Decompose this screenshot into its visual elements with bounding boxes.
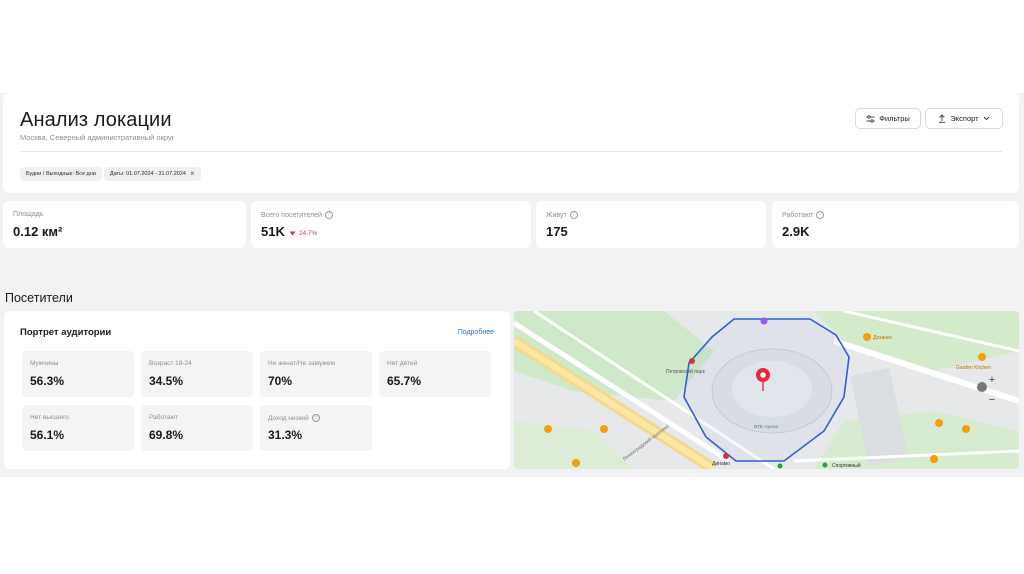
help-icon[interactable]: ? bbox=[311, 414, 320, 422]
chip-label: Даты: 01.07.2024 - 31.07.2024 bbox=[109, 171, 186, 177]
map-label-park: Петровский парк bbox=[666, 368, 706, 375]
metric-tile: Работают 69.8% bbox=[141, 405, 253, 451]
more-link[interactable]: Подробнее bbox=[458, 329, 494, 336]
metric-tile: Не женат/Не замужем 70% bbox=[260, 351, 372, 397]
metric-value: 56.3% bbox=[30, 374, 65, 388]
metric-label: Нет детей bbox=[387, 360, 418, 367]
metric-label: Не женат/Не замужем bbox=[268, 360, 335, 367]
chevron-down-icon bbox=[983, 116, 990, 121]
upload-icon bbox=[938, 114, 946, 123]
header-card: Анализ локации Москва, Северный админист… bbox=[3, 93, 1019, 193]
stat-label: Живут? bbox=[546, 211, 578, 219]
metric-label: Нет высшего bbox=[30, 414, 69, 421]
page-title: Анализ локации bbox=[20, 109, 172, 131]
page-subtitle: Москва, Северный административный округ bbox=[20, 133, 175, 142]
metric-label: Мужчины bbox=[30, 360, 59, 367]
arrow-down-icon bbox=[289, 231, 296, 236]
zoom-out-button[interactable]: − bbox=[983, 393, 1001, 407]
stat-value: 2.9K bbox=[782, 224, 810, 239]
chip-day-type[interactable]: Будни / Выходные: Все дни bbox=[20, 167, 102, 181]
section-title: Посетители bbox=[5, 291, 73, 305]
help-icon[interactable]: ? bbox=[324, 211, 333, 219]
audience-card: Портрет аудитории Подробнее Мужчины 56.3… bbox=[4, 311, 510, 469]
stat-value: 0.12 км² bbox=[13, 224, 63, 239]
stat-label: Работают? bbox=[782, 211, 825, 219]
map-label-arena: ВТБ Арена bbox=[754, 424, 778, 430]
metric-value: 56.1% bbox=[30, 428, 65, 442]
sliders-icon bbox=[866, 114, 875, 123]
metric-tile: Возраст 18-24 34.5% bbox=[141, 351, 253, 397]
audience-title: Портрет аудитории bbox=[20, 327, 112, 338]
close-icon[interactable]: × bbox=[190, 170, 195, 178]
stat-value: 51K 24.7% bbox=[261, 224, 318, 239]
chip-label: Будни / Выходные: Все дни bbox=[26, 171, 96, 177]
stat-label: Площадь bbox=[13, 211, 44, 218]
metric-value: 31.3% bbox=[268, 428, 303, 442]
metric-label: Доход низкий? bbox=[268, 414, 320, 422]
filters-button[interactable]: Фильтры bbox=[855, 108, 921, 129]
filters-button-label: Фильтры bbox=[879, 114, 910, 123]
map-label-dosanko: Дозанко bbox=[873, 335, 892, 341]
app-root: Анализ локации Москва, Северный админист… bbox=[0, 93, 1024, 477]
metric-value: 34.5% bbox=[149, 374, 184, 388]
stat-card-workers: Работают? 2.9K bbox=[772, 201, 1019, 248]
metric-tile: Доход низкий? 31.3% bbox=[260, 405, 372, 451]
map-label-sportivny: Спортивный bbox=[832, 462, 861, 469]
metric-tile: Нет детей 65.7% bbox=[379, 351, 491, 397]
stat-card-visitors: Всего посетителей? 51K 24.7% bbox=[251, 201, 531, 248]
metric-tile: Мужчины 56.3% bbox=[22, 351, 134, 397]
stat-card-area: Площадь 0.12 км² bbox=[3, 201, 246, 248]
stat-value: 175 bbox=[546, 224, 568, 239]
metric-value: 70% bbox=[268, 374, 293, 388]
metric-tile: Нет высшего 56.1% bbox=[22, 405, 134, 451]
stat-card-residents: Живут? 175 bbox=[536, 201, 766, 248]
help-icon[interactable]: ? bbox=[816, 211, 825, 219]
chip-date-range[interactable]: Даты: 01.07.2024 - 31.07.2024 × bbox=[103, 167, 201, 181]
metric-value: 65.7% bbox=[387, 374, 422, 388]
stat-label: Всего посетителей? bbox=[261, 211, 333, 219]
map-label-gardens: Garden Kitchen bbox=[956, 365, 991, 371]
location-map[interactable]: Петровский парк ВТБ Арена Ленинградский … bbox=[514, 311, 1019, 469]
export-button[interactable]: Экспорт bbox=[925, 108, 1003, 129]
zoom-in-button[interactable]: + bbox=[983, 373, 1001, 387]
filter-chips: Будни / Выходные: Все дни Даты: 01.07.20… bbox=[20, 167, 201, 181]
stat-change: 24.7% bbox=[289, 230, 317, 237]
map-canvas: Петровский парк ВТБ Арена Ленинградский … bbox=[514, 311, 1019, 469]
map-label-dinamo: Динамо bbox=[712, 461, 730, 467]
metric-label: Возраст 18-24 bbox=[149, 360, 192, 367]
metric-label: Работают bbox=[149, 414, 179, 421]
header-divider bbox=[20, 151, 1002, 152]
export-button-label: Экспорт bbox=[950, 114, 979, 123]
metric-value: 69.8% bbox=[149, 428, 184, 442]
help-icon[interactable]: ? bbox=[569, 211, 578, 219]
